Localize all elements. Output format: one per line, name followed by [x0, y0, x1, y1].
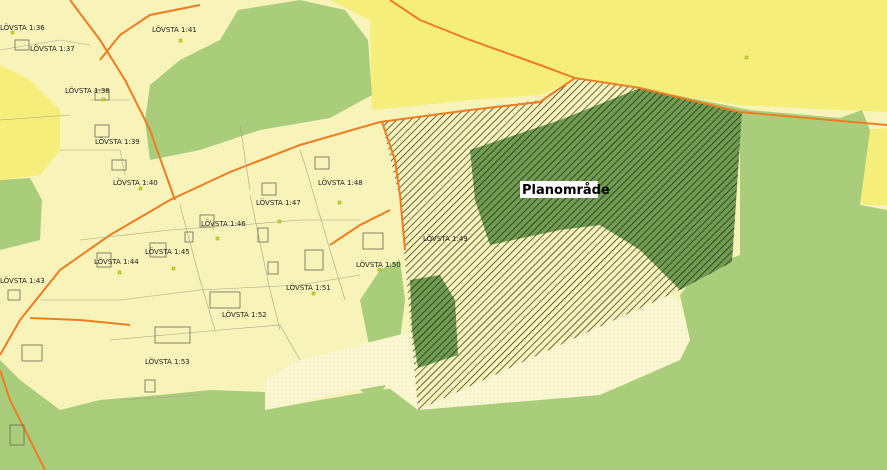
- plot-label: LÖVSTA 1:43: [0, 276, 45, 285]
- map-canvas[interactable]: LÖVSTA 1:36 LÖVSTA 1:37 LÖVSTA 1:41 LÖVS…: [0, 0, 887, 470]
- plan-area-label: Planområde: [520, 181, 610, 198]
- plot-label: LÖVSTA 1:36: [0, 23, 45, 32]
- plot-label: LÖVSTA 1:47: [256, 198, 301, 207]
- plot-label: LÖVSTA 1:40: [113, 178, 158, 187]
- plot-label: LÖVSTA 1:39: [95, 137, 140, 146]
- plot-label: LÖVSTA 1:49: [423, 234, 468, 243]
- plot-label: LÖVSTA 1:37: [30, 44, 75, 53]
- plot-label: LÖVSTA 1:38: [65, 86, 110, 95]
- plot-label: LÖVSTA 1:48: [318, 178, 363, 187]
- plot-label: LÖVSTA 1:50: [356, 260, 401, 269]
- plot-label: LÖVSTA 1:46: [201, 219, 246, 228]
- plot-label: LÖVSTA 1:44: [94, 257, 139, 266]
- plot-label: LÖVSTA 1:41: [152, 25, 197, 34]
- plot-label: LÖVSTA 1:52: [222, 310, 267, 319]
- plot-label: LÖVSTA 1:51: [286, 283, 331, 292]
- plan-area-title: Planområde: [522, 183, 610, 198]
- plot-label: LÖVSTA 1:45: [145, 247, 190, 256]
- plot-label: LÖVSTA 1:53: [145, 357, 190, 366]
